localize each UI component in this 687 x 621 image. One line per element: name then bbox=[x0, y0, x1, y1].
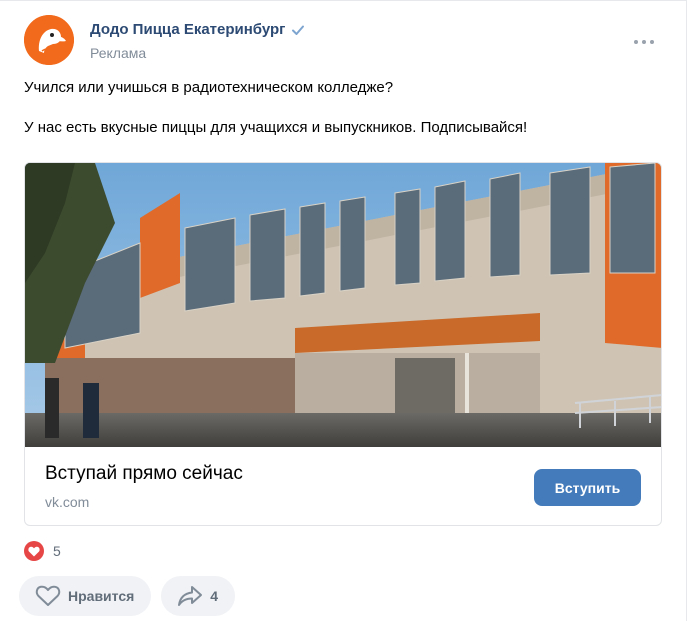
share-count: 4 bbox=[210, 588, 219, 604]
like-button[interactable]: Нравится bbox=[19, 576, 152, 616]
share-icon bbox=[178, 586, 203, 606]
college-building-photo[interactable] bbox=[25, 163, 662, 447]
card-domain: vk.com bbox=[45, 494, 90, 510]
post-text: Учился или учишься в радиотехническом ко… bbox=[24, 78, 664, 138]
ad-card[interactable]: Вступай прямо сейчас vk.com Вступить bbox=[24, 162, 662, 526]
share-button[interactable]: 4 bbox=[161, 576, 236, 616]
author-name[interactable]: Додо Пицца Екатеринбург bbox=[90, 21, 285, 38]
heart-outline-icon bbox=[35, 585, 61, 606]
like-label: Нравится bbox=[68, 588, 135, 604]
join-button[interactable]: Вступить bbox=[534, 469, 641, 506]
post-text-line: Учился или учишься в радиотехническом ко… bbox=[24, 79, 394, 96]
post-actions: Нравится 4 bbox=[19, 576, 236, 616]
post-text-line: У нас есть вкусные пиццы для учащихся и … bbox=[24, 119, 528, 136]
dodo-logo-icon bbox=[24, 15, 74, 65]
more-options-icon[interactable] bbox=[632, 33, 656, 49]
ad-label: Реклама bbox=[90, 45, 147, 61]
avatar[interactable] bbox=[24, 15, 74, 65]
card-title[interactable]: Вступай прямо сейчас bbox=[45, 463, 243, 485]
reactions-summary[interactable]: 5 bbox=[24, 541, 61, 561]
post-card: Додо Пицца Екатеринбург Реклама Учился и… bbox=[0, 0, 687, 621]
verified-icon bbox=[292, 25, 305, 35]
author-block: Додо Пицца Екатеринбург bbox=[90, 21, 305, 38]
likes-count: 5 bbox=[53, 543, 61, 559]
post-header: Додо Пицца Екатеринбург Реклама bbox=[24, 15, 664, 65]
heart-reaction-icon bbox=[24, 541, 44, 561]
